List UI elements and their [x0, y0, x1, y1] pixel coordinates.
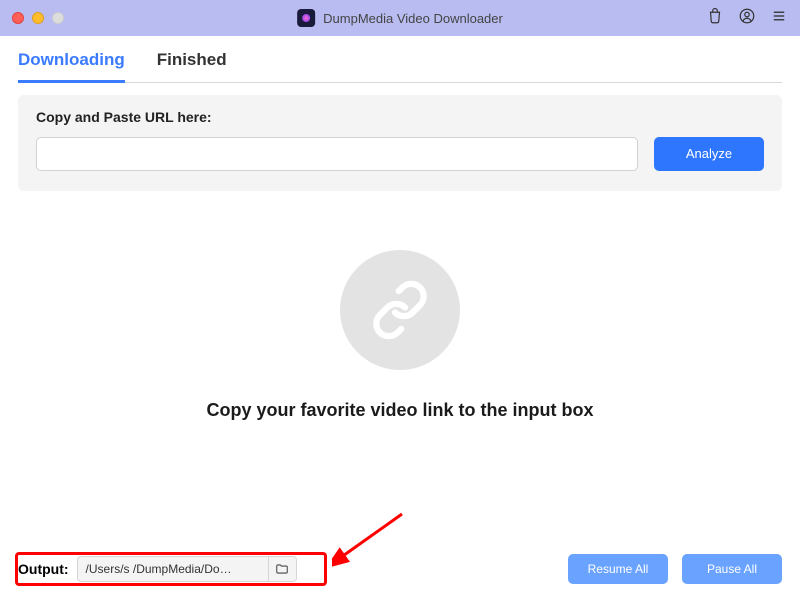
- minimize-window-button[interactable]: [32, 12, 44, 24]
- resume-all-button[interactable]: Resume All: [568, 554, 668, 584]
- link-icon: [340, 250, 460, 370]
- shop-icon[interactable]: [706, 7, 724, 30]
- empty-state: Copy your favorite video link to the inp…: [18, 201, 782, 471]
- output-path-box: /Users/s /DumpMedia/Do…: [77, 556, 297, 582]
- app-title: DumpMedia Video Downloader: [323, 11, 503, 26]
- url-input[interactable]: [36, 137, 638, 171]
- app-icon: [297, 9, 315, 27]
- titlebar: DumpMedia Video Downloader: [0, 0, 800, 36]
- empty-state-message: Copy your favorite video link to the inp…: [206, 400, 593, 421]
- folder-icon: [275, 562, 289, 576]
- menu-icon[interactable]: [770, 7, 788, 30]
- window-controls: [12, 12, 64, 24]
- maximize-window-button: [52, 12, 64, 24]
- bottom-bar: Output: /Users/s /DumpMedia/Do… Resume A…: [0, 544, 800, 594]
- tabs: Downloading Finished: [18, 36, 782, 83]
- titlebar-right: [706, 7, 788, 30]
- browse-output-folder-button[interactable]: [268, 557, 296, 581]
- analyze-button[interactable]: Analyze: [654, 137, 764, 171]
- close-window-button[interactable]: [12, 12, 24, 24]
- tab-downloading[interactable]: Downloading: [18, 50, 125, 83]
- bottom-actions: Resume All Pause All: [568, 554, 782, 584]
- account-icon[interactable]: [738, 7, 756, 30]
- output-label: Output:: [18, 561, 69, 577]
- url-panel: Copy and Paste URL here: Analyze: [18, 95, 782, 191]
- pause-all-button[interactable]: Pause All: [682, 554, 782, 584]
- url-input-label: Copy and Paste URL here:: [36, 109, 764, 125]
- output-path[interactable]: /Users/s /DumpMedia/Do…: [78, 562, 268, 576]
- tab-finished[interactable]: Finished: [157, 50, 227, 82]
- output-group: Output: /Users/s /DumpMedia/Do…: [18, 556, 297, 582]
- title-center: DumpMedia Video Downloader: [297, 9, 503, 27]
